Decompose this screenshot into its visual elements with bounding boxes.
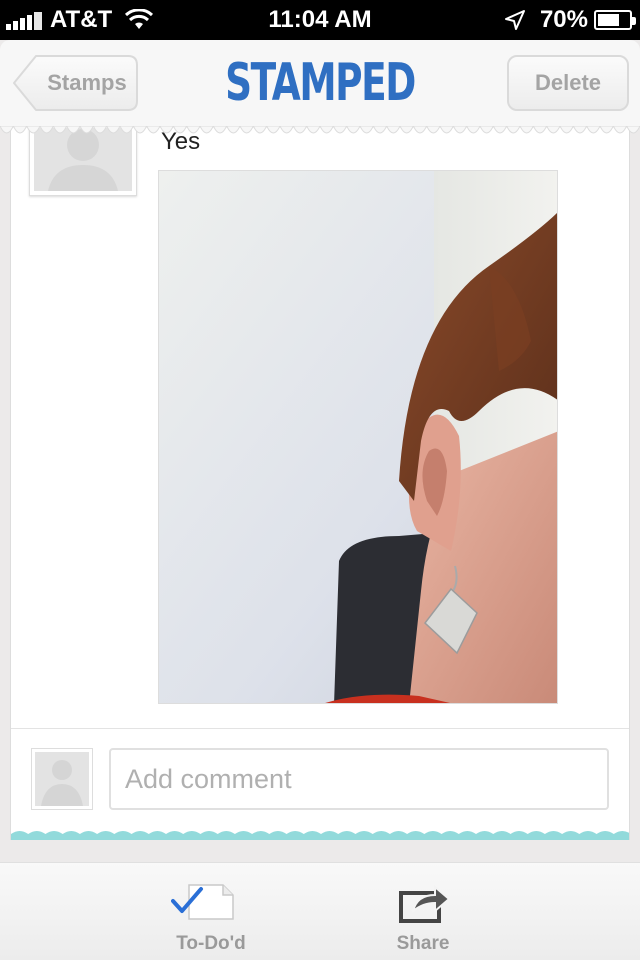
todo-label: To-Do'd — [176, 933, 246, 954]
poster-avatar[interactable] — [29, 128, 137, 196]
battery-icon — [594, 10, 636, 30]
bottom-toolbar: To-Do'd Share — [0, 862, 640, 960]
nav-bar: Stamps STAMPED Delete — [0, 40, 640, 134]
card-wave-border — [11, 831, 629, 840]
todo-button[interactable]: To-Do'd — [131, 863, 291, 960]
share-label: Share — [396, 933, 450, 954]
status-right: 70% — [504, 6, 636, 34]
location-arrow-icon — [504, 10, 525, 30]
status-bar: AT&T 11:04 AM 70% — [0, 0, 640, 40]
stamp-photo[interactable] — [158, 170, 558, 704]
default-person-icon — [35, 752, 89, 806]
battery-percent: 70% — [539, 6, 588, 33]
add-comment-input[interactable] — [109, 748, 609, 810]
todo-check-icon — [171, 884, 234, 920]
share-button[interactable]: Share — [343, 863, 503, 960]
default-person-icon — [34, 128, 132, 191]
commenter-avatar — [31, 748, 93, 810]
delete-button[interactable]: Delete — [507, 55, 629, 111]
nav-scalloped-edge — [0, 126, 640, 134]
app-logo-title: STAMPED — [225, 53, 416, 113]
photo-image — [159, 171, 557, 703]
stamp-card: Yes — [10, 128, 630, 840]
share-icon — [399, 884, 451, 923]
battery-level — [598, 14, 619, 26]
comment-divider — [11, 728, 629, 729]
